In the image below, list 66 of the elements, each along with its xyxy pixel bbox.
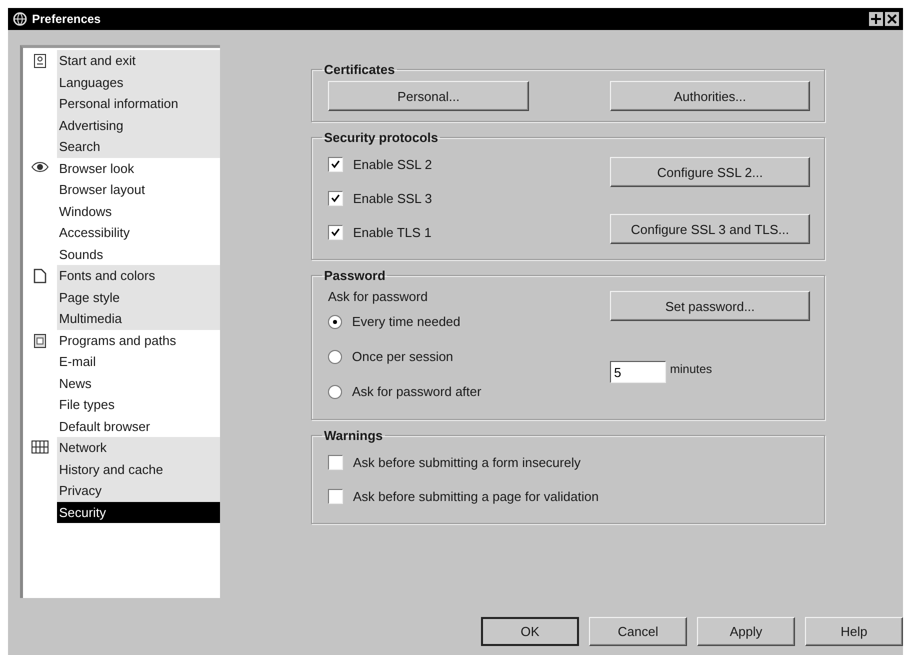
category-item[interactable]: Personal information [57,93,220,114]
checkbox-label: Enable TLS 1 [353,224,432,240]
minutes-label: minutes [670,362,712,378]
radio-label: Once per session [352,349,454,364]
category-item[interactable]: Network [57,437,220,458]
page-icon [33,268,47,284]
set-password-button[interactable]: Set password... [610,291,810,321]
checkbox[interactable] [328,488,343,504]
checkbox[interactable] [328,454,343,470]
globe-icon [12,11,28,27]
radio-label: Every time needed [352,314,460,329]
dialog-button[interactable]: OK [481,617,579,646]
group-title: Security protocols [323,130,440,145]
category-item[interactable]: Browser look [57,158,220,179]
category-item[interactable]: Security [57,502,220,523]
radio-button[interactable] [328,350,342,364]
configure-button[interactable]: Configure SSL 3 and TLS... [610,214,810,244]
category-item[interactable]: Search [57,136,220,158]
category-item[interactable]: Sounds [57,244,220,265]
window-icon [33,332,47,348]
category-item[interactable]: Page style [57,286,220,308]
certificate-button[interactable]: Authorities... [610,81,810,111]
radio-button[interactable] [328,384,342,398]
category-item[interactable]: Start and exit [57,50,220,72]
grid-icon [31,440,49,454]
document-icon [33,53,47,69]
checkmark-icon [331,160,340,168]
prompt-label: Ask for password [328,288,429,304]
category-item[interactable]: Privacy [57,480,220,502]
checkmark-icon [331,228,340,236]
category-item[interactable]: Programs and paths [57,330,220,351]
category-item[interactable]: Accessibility [57,222,220,244]
checkmark-icon [331,194,340,202]
checkbox-label: Ask before submitting a form insecurely [353,454,581,470]
category-item[interactable]: Default browser [57,416,220,437]
eye-icon [31,160,49,172]
radio-button[interactable] [328,314,342,328]
checkbox-label: Enable SSL 3 [353,190,432,206]
dialog-button[interactable]: Cancel [589,617,687,646]
category-item[interactable]: Multimedia [57,308,220,330]
dialog-button[interactable]: Help [805,617,903,646]
move-icon[interactable] [869,12,883,26]
group-title: Password [323,268,386,283]
close-icon[interactable] [885,12,899,26]
category-item[interactable]: E-mail [57,351,220,372]
checkbox[interactable] [328,156,343,172]
category-item[interactable]: Browser layout [57,179,220,200]
category-item[interactable]: File types [57,394,220,416]
minutes-field[interactable]: 5 [610,361,666,383]
category-item[interactable]: History and cache [57,458,220,480]
group-title: Warnings [323,428,384,443]
category-item[interactable]: Windows [57,200,220,222]
category-item[interactable]: Advertising [57,114,220,136]
radio-label: Ask for password after [352,384,482,399]
category-item[interactable]: Fonts and colors [57,265,220,286]
certificate-button[interactable]: Personal... [328,81,529,111]
checkbox-label: Enable SSL 2 [353,156,432,172]
window-title: Preferences [32,12,101,26]
category-item[interactable]: News [57,372,220,394]
category-item[interactable]: Languages [57,72,220,93]
checkbox[interactable] [328,224,343,240]
checkbox[interactable] [328,190,343,206]
group-title: Certificates [323,62,396,77]
dialog-button[interactable]: Apply [697,617,795,646]
configure-button[interactable]: Configure SSL 2... [610,157,810,187]
checkbox-label: Ask before submitting a page for validation [353,488,599,504]
